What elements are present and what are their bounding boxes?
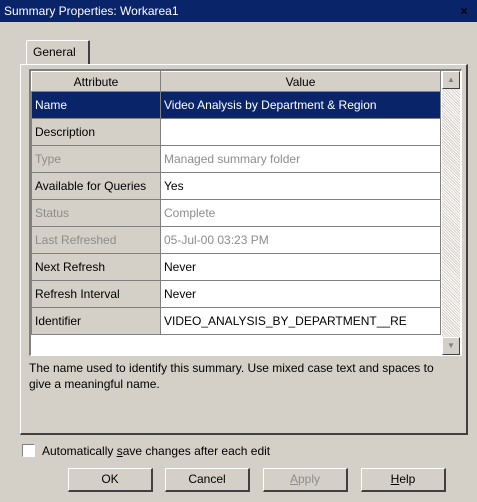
property-row[interactable]: Status Complete [31, 199, 441, 227]
property-row[interactable]: Description [31, 118, 441, 146]
value-cell: 05-Jul-00 03:23 PM [160, 226, 441, 254]
attribute-cell: Next Refresh [31, 253, 161, 281]
title-bar[interactable]: Summary Properties: Workarea1 × [0, 0, 477, 22]
value-cell[interactable]: Never [160, 253, 441, 281]
column-header-value[interactable]: Value [160, 71, 441, 92]
close-icon[interactable]: × [455, 2, 473, 20]
attribute-cell: Available for Queries [31, 172, 161, 200]
grid-body: Name Video Analysis by Department & Regio… [31, 91, 441, 335]
property-row[interactable]: Refresh Interval Never [31, 280, 441, 308]
property-row[interactable]: Name Video Analysis by Department & Regio… [31, 91, 441, 119]
autosave-checkbox[interactable] [22, 444, 35, 457]
summary-properties-dialog: Summary Properties: Workarea1 × General … [0, 0, 477, 502]
properties-grid: Attribute Value Name Video Analysis by De… [29, 69, 462, 356]
attribute-cell: Status [31, 199, 161, 227]
attribute-cell: Name [31, 91, 161, 119]
attribute-cell: Refresh Interval [31, 280, 161, 308]
vertical-scrollbar[interactable]: ▲ ▼ [442, 71, 460, 355]
attribute-cell: Identifier [31, 307, 161, 335]
attribute-cell: Type [31, 145, 161, 173]
tab-general-label: General [33, 45, 76, 59]
apply-button[interactable]: Apply [263, 468, 348, 492]
description-text: The name used to identify this summary. … [29, 361, 434, 391]
value-cell[interactable]: Video Analysis by Department & Region [160, 91, 441, 119]
property-row[interactable]: Available for Queries Yes [31, 172, 441, 200]
attribute-cell: Description [31, 118, 161, 146]
property-row[interactable]: Last Refreshed 05-Jul-00 03:23 PM [31, 226, 441, 254]
tab-general[interactable]: General [26, 40, 90, 64]
property-row[interactable]: Type Managed summary folder [31, 145, 441, 173]
ok-button[interactable]: OK [68, 468, 153, 492]
property-row[interactable]: Identifier VIDEO_ANALYSIS_BY_DEPARTMENT__… [31, 307, 441, 335]
help-button[interactable]: Help [361, 468, 446, 492]
autosave-label[interactable]: Automatically save changes after each ed… [42, 444, 270, 458]
properties-table: Attribute Value Name Video Analysis by De… [31, 71, 441, 335]
column-header-attribute[interactable]: Attribute [31, 71, 161, 92]
attribute-cell: Last Refreshed [31, 226, 161, 254]
value-cell[interactable] [160, 118, 441, 146]
scroll-up-icon[interactable]: ▲ [442, 71, 460, 89]
property-row[interactable]: Next Refresh Never [31, 253, 441, 281]
cancel-button[interactable]: Cancel [165, 468, 250, 492]
value-cell[interactable]: VIDEO_ANALYSIS_BY_DEPARTMENT__RE [160, 307, 441, 335]
window-title: Summary Properties: Workarea1 [4, 4, 179, 18]
scroll-down-icon[interactable]: ▼ [442, 337, 460, 355]
value-cell: Managed summary folder [160, 145, 441, 173]
value-cell: Complete [160, 199, 441, 227]
value-cell[interactable]: Never [160, 280, 441, 308]
value-cell[interactable]: Yes [160, 172, 441, 200]
